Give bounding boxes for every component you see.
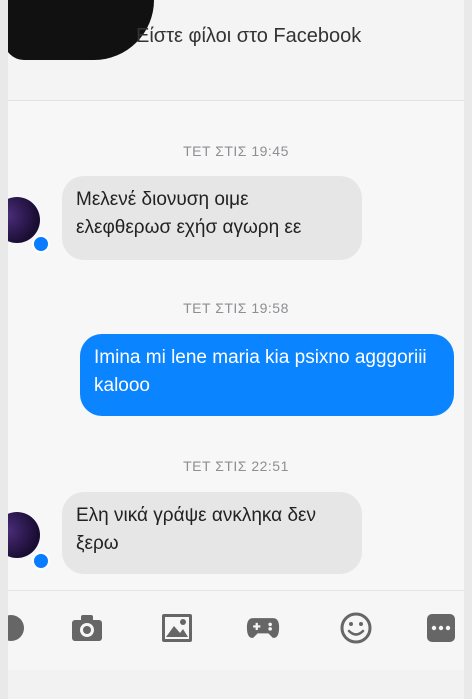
- composer-toolbar: [8, 590, 464, 671]
- partial-icon[interactable]: [8, 611, 28, 645]
- incoming-message[interactable]: Ελη νικά γράψε ανκληκα δεν ξερω: [62, 492, 362, 574]
- chat-header: Είστε φίλοι στο Facebook: [8, 0, 464, 101]
- image-icon[interactable]: [160, 611, 194, 645]
- gamepad-icon[interactable]: [246, 611, 280, 645]
- avatar[interactable]: [8, 512, 40, 558]
- redacted-name: [8, 0, 154, 60]
- camera-icon[interactable]: [70, 611, 104, 645]
- more-icon[interactable]: [424, 611, 458, 645]
- messenger-badge-icon: [32, 552, 50, 570]
- chat-screen: Είστε φίλοι στο Facebook ΤΕΤ ΣΤΙΣ 19:45 …: [8, 0, 464, 699]
- incoming-message[interactable]: Μελενέ διονυση οιμε ελεφθερωσ εχήσ αγωρη…: [62, 176, 362, 260]
- friends-status: Είστε φίλοι στο Facebook: [136, 25, 362, 47]
- messenger-badge-icon: [32, 235, 50, 253]
- message-timestamp: ΤΕΤ ΣΤΙΣ 22:51: [183, 458, 289, 474]
- outgoing-message[interactable]: Imina mi lene maria kia psixno agggoriii…: [80, 334, 454, 416]
- bottom-bar: [8, 670, 464, 699]
- message-timestamp: ΤΕΤ ΣΤΙΣ 19:58: [183, 300, 289, 316]
- emoji-icon[interactable]: [339, 611, 373, 645]
- message-timestamp: ΤΕΤ ΣΤΙΣ 19:45: [183, 143, 289, 159]
